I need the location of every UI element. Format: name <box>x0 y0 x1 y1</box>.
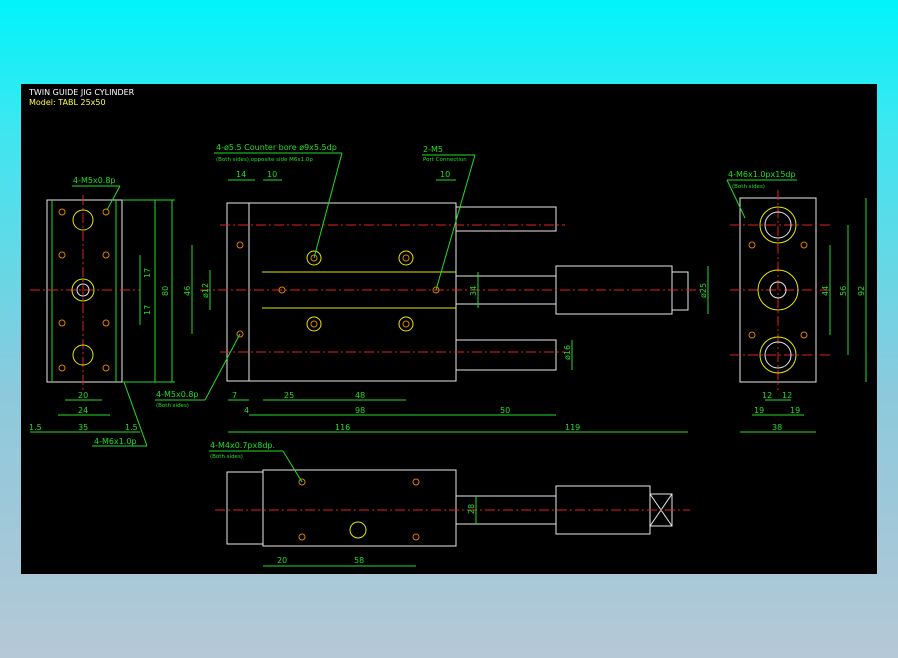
note-m5-top: 4-M5x0.8p <box>73 176 116 185</box>
note-counterbore-sub: (Both sides),opposite side M6x1.0p <box>216 157 313 163</box>
dim-35: 35 <box>78 423 88 432</box>
dim-24: 24 <box>78 406 88 415</box>
note-m4-sub: (Both sides) <box>210 454 243 460</box>
dim-119: 119 <box>565 423 580 432</box>
note-m6-right: 4-M6x1.0px15dp <box>728 170 796 179</box>
dim-1.5a: 1.5 <box>29 423 42 432</box>
dim-19b: 19 <box>790 406 800 415</box>
dim-dia25: ø25 <box>699 283 708 298</box>
dim-50: 50 <box>500 406 510 415</box>
dim-12a: 12 <box>762 391 772 400</box>
dim-25: 25 <box>284 391 294 400</box>
dim-98: 98 <box>355 406 365 415</box>
dim-1.5b: 1.5 <box>125 423 138 432</box>
note-port-sub: Port Connection <box>423 157 467 163</box>
note-m5-side: 4-M5x0.8p <box>156 390 199 399</box>
note-m6-right-sub: (Both sides) <box>732 184 765 190</box>
dim-38: 38 <box>772 423 782 432</box>
dim-7: 7 <box>232 391 237 400</box>
dim-10a: 10 <box>267 170 277 179</box>
dim-46: 46 <box>183 286 192 296</box>
dim-10b: 10 <box>440 170 450 179</box>
dim-28: 28 <box>467 504 476 514</box>
dim-116: 116 <box>335 423 350 432</box>
note-m6-left: 4-M6x1.0p <box>94 437 137 446</box>
dim-34: 34 <box>469 286 478 296</box>
dim-14: 14 <box>236 170 246 179</box>
dim-20: 20 <box>78 391 88 400</box>
model-label: Model: TABL 25x50 <box>29 98 106 107</box>
dim-dia16: ø16 <box>563 345 572 360</box>
dim-19a: 19 <box>754 406 764 415</box>
cad-drawing: TWIN GUIDE JIG CYLINDER Model: TABL 25x5… <box>21 84 877 574</box>
dim-4: 4 <box>244 406 249 415</box>
dim-12b: 12 <box>782 391 792 400</box>
drawing-title: TWIN GUIDE JIG CYLINDER <box>28 88 135 97</box>
dim-48: 48 <box>355 391 365 400</box>
dim-dia12: ø12 <box>201 283 210 298</box>
note-m5-side-sub: (Both sides) <box>156 403 189 409</box>
dim-17a: 17 <box>143 268 152 278</box>
note-port: 2-M5 <box>423 145 443 154</box>
dim-56: 56 <box>839 286 848 296</box>
dim-80: 80 <box>161 286 170 296</box>
note-m4: 4-M4x0.7px8dp. <box>210 441 275 450</box>
dim-92: 92 <box>857 286 866 296</box>
dim-44: 44 <box>821 286 830 296</box>
note-counterbore: 4-ø5.5 Counter bore ø9x5.5dp <box>216 143 337 152</box>
dim-58: 58 <box>354 556 364 565</box>
dim-17b: 17 <box>143 305 152 315</box>
dim-20-bottom: 20 <box>277 556 287 565</box>
